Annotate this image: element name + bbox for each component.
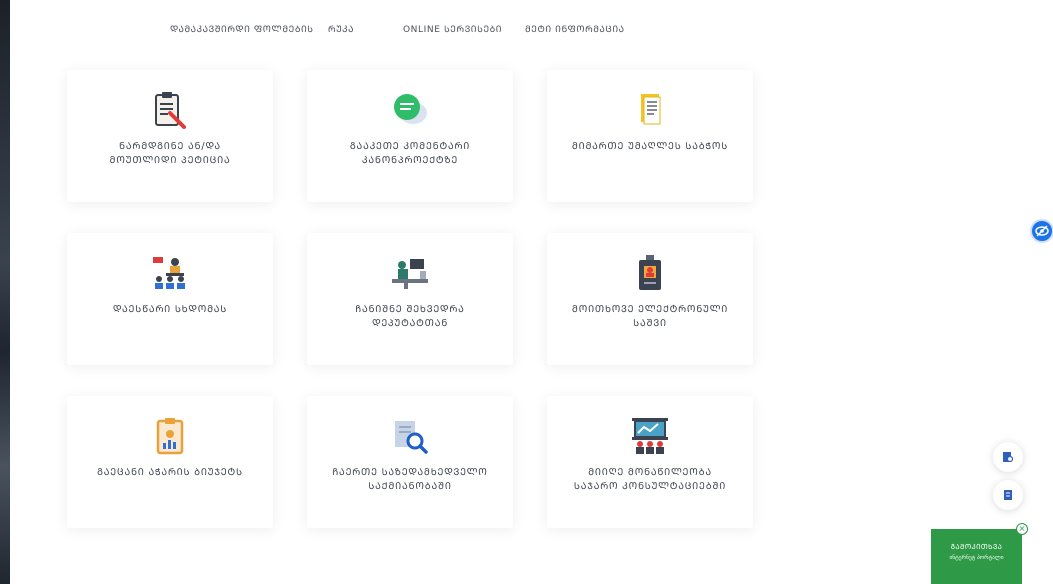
deputy-desk-icon (390, 253, 430, 293)
card-label: ᲒᲐᲔᲪᲐᲜᲘ ᲐᲭᲐᲠᲘᲡ ᲑᲘᲣᲯᲔᲢᲡ (97, 467, 243, 478)
card-label: ᲩᲐᲔᲠᲗᲔ ᲡᲐᲖᲔᲓᲐᲛᲮᲔᲓᲕᲔᲚᲝ ᲡᲐᲥᲛᲘᲐᲜᲝᲑᲐᲨᲘ (332, 467, 488, 492)
card-comment[interactable]: ᲒᲐᲐᲙᲔᲗᲔ ᲙᲝᲛᲔᲜᲢᲐᲠᲘ ᲙᲐᲜᲝᲜᲞᲠᲝᲔᲥᲢᲖᲔ (307, 70, 513, 202)
card-budget[interactable]: ᲒᲐᲔᲪᲐᲜᲘ ᲐᲭᲐᲠᲘᲡ ᲑᲘᲣᲯᲔᲢᲡ (67, 396, 273, 528)
document-search-icon[interactable] (993, 442, 1023, 472)
card-oversight[interactable]: ᲩᲐᲔᲠᲗᲔ ᲡᲐᲖᲔᲓᲐᲛᲮᲔᲓᲕᲔᲚᲝ ᲡᲐᲥᲛᲘᲐᲜᲝᲑᲐᲨᲘ (307, 396, 513, 528)
search-document-icon (390, 416, 430, 456)
eye-icon[interactable] (1030, 219, 1053, 243)
nav-item-more-info[interactable]: ᲛᲔᲢᲘ ᲘᲜᲤᲝᲠᲛᲐᲪᲘᲐ (525, 22, 625, 35)
feedback-title: ᲒᲐᲛᲝᲙᲘᲗᲮᲕᲐ (950, 543, 1003, 551)
nav-item-map[interactable]: ᲠᲣᲙᲐ (328, 22, 354, 35)
card-attend-session[interactable]: ᲓᲐᲔᲡᲬᲐᲠᲘ ᲡᲮᲓᲝᲛᲐᲡ (67, 233, 273, 365)
close-icon[interactable]: × (1016, 523, 1028, 535)
card-meet-deputy[interactable]: ᲩᲐᲜᲘᲨᲜᲔ ᲨᲔᲮᲕᲔᲓᲠᲐ ᲓᲔᲞᲣᲢᲐᲢᲗᲐᲜ (307, 233, 513, 365)
card-label: ᲛᲘᲘᲦᲔ ᲛᲝᲜᲐᲬᲘᲚᲔᲝᲑᲐ ᲡᲐᲯᲐᲠᲝ ᲙᲝᲜᲡᲣᲚᲢᲐᲪᲘᲔᲑᲨᲘ (573, 467, 727, 492)
badge-icon (630, 253, 670, 293)
card-label: ᲒᲐᲐᲙᲔᲗᲔ ᲙᲝᲛᲔᲜᲢᲐᲠᲘ ᲙᲐᲜᲝᲜᲞᲠᲝᲔᲥᲢᲖᲔ (349, 141, 471, 166)
document-icon[interactable] (993, 480, 1023, 510)
document-icon (630, 90, 670, 130)
card-public-consultations[interactable]: ᲛᲘᲘᲦᲔ ᲛᲝᲜᲐᲬᲘᲚᲔᲝᲑᲐ ᲡᲐᲯᲐᲠᲝ ᲙᲝᲜᲡᲣᲚᲢᲐᲪᲘᲔᲑᲨᲘ (547, 396, 753, 528)
budget-report-icon (150, 416, 190, 456)
top-navigation: ᲓᲐᲛᲐᲙᲐᲕᲨᲘᲠᲓᲘ ᲤᲝᲚᲛᲔᲑᲘᲡ ᲠᲣᲙᲐ ONLINE ᲡᲔᲠᲕᲘᲡ… (10, 0, 1053, 56)
nav-item-forms[interactable]: ᲓᲐᲛᲐᲙᲐᲕᲨᲘᲠᲓᲘ ᲤᲝᲚᲛᲔᲑᲘᲡ (170, 22, 314, 35)
card-label: ᲜᲐᲠᲛᲓᲒᲘᲜᲔ ᲐᲜ/ᲓᲐ ᲛᲝᲣᲗᲚᲘᲓᲘ ᲞᲔᲢᲘᲪᲘᲐ (109, 141, 231, 166)
meeting-icon (150, 253, 190, 293)
card-appeal-court[interactable]: ᲛᲘᲛᲐᲠᲗᲔ ᲣᲛᲐᲦᲚᲔᲡ ᲡᲐᲑᲭᲝᲡ (547, 70, 753, 202)
card-label: ᲩᲐᲜᲘᲨᲜᲔ ᲨᲔᲮᲕᲔᲓᲠᲐ ᲓᲔᲞᲣᲢᲐᲢᲗᲐᲜ (355, 304, 465, 329)
page: ᲓᲐᲛᲐᲙᲐᲕᲨᲘᲠᲓᲘ ᲤᲝᲚᲛᲔᲑᲘᲡ ᲠᲣᲙᲐ ONLINE ᲡᲔᲠᲕᲘᲡ… (10, 0, 1053, 584)
presentation-icon (630, 416, 670, 456)
card-label: ᲛᲘᲛᲐᲠᲗᲔ ᲣᲛᲐᲦᲚᲔᲡ ᲡᲐᲑᲭᲝᲡ (571, 141, 729, 152)
card-electronic-pass[interactable]: ᲛᲝᲘᲗᲮᲝᲕᲔ ᲔᲚᲔᲥᲢᲠᲝᲜᲣᲚᲘ ᲡᲐᲨᲕᲘ (547, 233, 753, 365)
card-label: ᲓᲐᲔᲡᲬᲐᲠᲘ ᲡᲮᲓᲝᲛᲐᲡ (112, 304, 228, 315)
background-strip (0, 0, 10, 584)
clipboard-pen-icon (150, 90, 190, 130)
card-petition[interactable]: ᲜᲐᲠᲛᲓᲒᲘᲜᲔ ᲐᲜ/ᲓᲐ ᲛᲝᲣᲗᲚᲘᲓᲘ ᲞᲔᲢᲘᲪᲘᲐ (67, 70, 273, 202)
nav-item-online-services[interactable]: ONLINE ᲡᲔᲠᲕᲘᲡᲔᲑᲘ (403, 22, 502, 35)
feedback-widget[interactable]: ᲒᲐᲛᲝᲙᲘᲗᲮᲕᲐ ინტერნეტ პორტალი (931, 529, 1022, 584)
feedback-subtitle: ინტერნეტ პორტალი (949, 555, 1004, 561)
chat-bubble-icon (390, 90, 430, 130)
card-label: ᲛᲝᲘᲗᲮᲝᲕᲔ ᲔᲚᲔᲥᲢᲠᲝᲜᲣᲚᲘ ᲡᲐᲨᲕᲘ (571, 304, 729, 329)
